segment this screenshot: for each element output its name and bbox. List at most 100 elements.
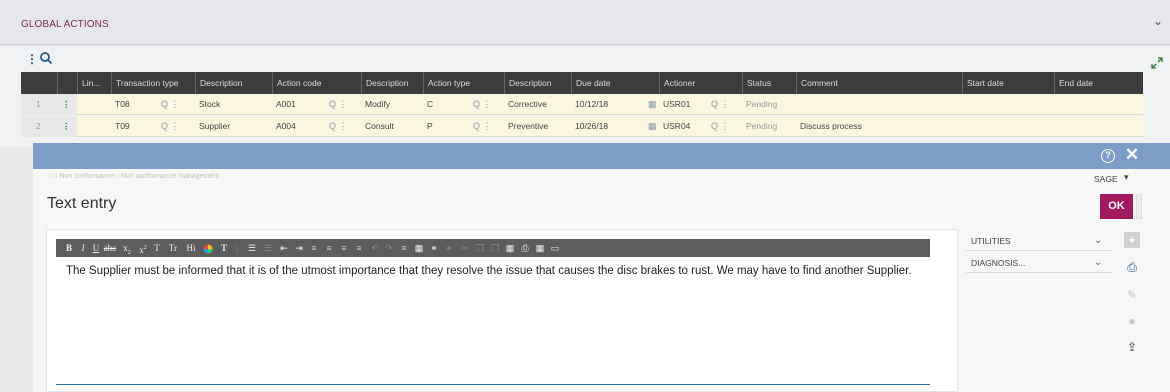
cell-action-type[interactable]: C bbox=[423, 94, 463, 115]
paste-text-icon[interactable]: ▦ bbox=[504, 239, 516, 257]
cell-comment[interactable] bbox=[796, 94, 956, 115]
search-icon[interactable] bbox=[39, 51, 53, 65]
subscript-button[interactable]: x2 bbox=[120, 239, 134, 257]
save-icon[interactable]: ▦ bbox=[534, 239, 546, 257]
lookup-icon[interactable]: Q ⋮ bbox=[473, 116, 492, 137]
add-icon[interactable]: + bbox=[1124, 232, 1140, 248]
export-icon[interactable]: ⇪ bbox=[1124, 339, 1140, 355]
col-header-description[interactable]: Description bbox=[504, 72, 571, 94]
cut-icon[interactable]: ✂ bbox=[459, 239, 471, 257]
col-header-action-code[interactable]: Action code bbox=[272, 72, 361, 94]
col-header-due-date[interactable]: Due date bbox=[571, 72, 659, 94]
grid-actions-menu-icon[interactable]: ⋮ bbox=[26, 52, 38, 66]
strikethrough-button[interactable]: abc bbox=[102, 239, 118, 257]
paste-icon[interactable]: ❐ bbox=[489, 239, 501, 257]
ok-button[interactable]: OK bbox=[1100, 194, 1133, 219]
outdent-icon[interactable]: ⇤ bbox=[278, 239, 290, 257]
table-icon[interactable]: ▦ bbox=[413, 239, 425, 257]
link-icon[interactable]: ⚭ bbox=[427, 239, 441, 257]
lookup-icon[interactable]: Q ⋮ bbox=[473, 94, 492, 115]
horizontal-rule-icon[interactable]: ≡ bbox=[398, 239, 410, 257]
calendar-icon[interactable]: ▦ bbox=[648, 94, 657, 115]
cell-due-date[interactable]: 10/26/18 bbox=[571, 116, 641, 137]
lookup-icon[interactable]: Q ⋮ bbox=[161, 116, 180, 137]
subscript-mark: 2 bbox=[127, 249, 131, 256]
indent-icon[interactable]: ⇥ bbox=[293, 239, 305, 257]
expand-icon[interactable] bbox=[1150, 56, 1164, 70]
help-icon[interactable]: ? bbox=[1101, 149, 1115, 163]
lookup-icon[interactable]: Q ⋮ bbox=[329, 116, 348, 137]
bullet-list-icon[interactable]: ☰ bbox=[246, 239, 258, 257]
table-row[interactable]: 1 ⋮ T08 Q ⋮ Stock A001 Q ⋮ Modify C Q ⋮ … bbox=[21, 94, 1143, 115]
col-header-start-date[interactable]: Start date bbox=[962, 72, 1054, 94]
col-header-action-type[interactable]: Action type bbox=[423, 72, 504, 94]
col-header-transaction-type[interactable]: Transaction type bbox=[111, 72, 195, 94]
global-actions-grid: ⋮ Lin... Transaction type Description Ac… bbox=[0, 46, 1170, 146]
cell-actioner[interactable]: USR04 bbox=[659, 116, 709, 137]
cell-description: Stock bbox=[199, 99, 221, 109]
col-header-end-date[interactable]: End date bbox=[1054, 72, 1143, 94]
cell-action-code[interactable]: A001 bbox=[272, 94, 326, 115]
calendar-icon[interactable]: ▦ bbox=[648, 116, 657, 137]
col-header-actioner[interactable]: Actioner bbox=[659, 72, 742, 94]
cell-transaction-type[interactable]: T09 bbox=[111, 116, 161, 137]
utilities-section[interactable]: UTILITIES bbox=[966, 231, 1112, 251]
row-menu-col bbox=[57, 72, 77, 94]
cell-action-code[interactable]: A004 bbox=[272, 116, 326, 137]
modal-title-bar bbox=[33, 143, 1170, 169]
underline-button[interactable]: U bbox=[91, 239, 101, 257]
close-icon[interactable]: ✕ bbox=[1124, 145, 1140, 165]
lookup-icon[interactable]: Q ⋮ bbox=[161, 94, 180, 115]
source-icon[interactable]: ▭ bbox=[549, 239, 561, 257]
home-icon[interactable]: ⌂ bbox=[49, 173, 53, 180]
lookup-icon[interactable]: Q ⋮ bbox=[711, 94, 730, 115]
delete-icon[interactable]: ● bbox=[1124, 313, 1140, 329]
col-header-comment[interactable]: Comment bbox=[796, 72, 962, 94]
breadcrumb-item[interactable]: Non conformance management bbox=[121, 173, 219, 180]
cell-actioner[interactable]: USR01 bbox=[659, 94, 709, 115]
color-picker-icon[interactable] bbox=[202, 239, 214, 257]
align-center-icon[interactable]: ≡ bbox=[323, 239, 335, 257]
align-left-icon[interactable]: ≡ bbox=[308, 239, 320, 257]
col-header-status[interactable]: Status bbox=[742, 72, 796, 94]
numbered-list-icon[interactable]: ☰ bbox=[262, 239, 274, 257]
lookup-icon[interactable]: Q ⋮ bbox=[329, 94, 348, 115]
table-row[interactable]: 2 ⋮ T09 Q ⋮ Supplier A004 Q ⋮ Consult P … bbox=[21, 116, 1143, 137]
cell-action-type[interactable]: P bbox=[423, 116, 463, 137]
align-right-icon[interactable]: ≡ bbox=[338, 239, 350, 257]
caret-down-icon[interactable]: ▾ bbox=[1124, 172, 1129, 183]
redo-icon[interactable]: ↷ bbox=[383, 239, 395, 257]
bold-button[interactable]: B bbox=[64, 239, 74, 257]
chevron-down-icon[interactable]: ⌄ bbox=[1094, 235, 1102, 246]
breadcrumb-item[interactable]: Non conformance bbox=[59, 173, 114, 180]
chevron-down-icon[interactable]: ⌄ bbox=[1150, 14, 1166, 30]
print-icon[interactable]: ⎙ bbox=[519, 239, 531, 257]
col-header-description[interactable]: Description bbox=[361, 72, 423, 94]
font-button[interactable]: T bbox=[219, 239, 229, 257]
row-menu-icon[interactable]: ⋮ bbox=[58, 94, 68, 115]
edit-icon[interactable]: ✎ bbox=[1124, 287, 1140, 303]
text-style-button[interactable]: Tr bbox=[166, 239, 180, 257]
lookup-icon[interactable]: Q ⋮ bbox=[711, 116, 730, 137]
text-format-button[interactable]: T bbox=[152, 239, 162, 257]
row-menu-icon[interactable]: ⋮ bbox=[58, 116, 68, 137]
editor-text-area[interactable]: The Supplier must be informed that it is… bbox=[66, 264, 926, 279]
cell-transaction-type[interactable]: T08 bbox=[111, 94, 161, 115]
col-header-description[interactable]: Description bbox=[195, 72, 272, 94]
col-header-line[interactable]: Lin... bbox=[77, 72, 111, 94]
highlight-button[interactable]: Hi bbox=[184, 239, 198, 257]
cell-comment[interactable]: Discuss process bbox=[796, 116, 956, 137]
unlink-icon[interactable]: ⚭ bbox=[443, 239, 455, 257]
print-icon[interactable]: ⎙ bbox=[1124, 259, 1140, 275]
utilities-label: UTILITIES bbox=[971, 236, 1011, 246]
diagnosis-section[interactable]: DIAGNOSIS... bbox=[966, 253, 1112, 273]
cell-due-date[interactable]: 10/12/18 bbox=[571, 94, 641, 115]
align-justify-icon[interactable]: ≡ bbox=[353, 239, 365, 257]
more-actions-button[interactable] bbox=[1136, 194, 1142, 219]
superscript-button[interactable]: x2 bbox=[136, 239, 150, 257]
italic-button[interactable]: I bbox=[78, 239, 88, 257]
copy-icon[interactable]: ❐ bbox=[474, 239, 486, 257]
company-selector[interactable]: SAGE bbox=[1094, 174, 1118, 184]
chevron-down-icon[interactable]: ⌄ bbox=[1094, 257, 1102, 268]
undo-icon[interactable]: ↶ bbox=[369, 239, 381, 257]
